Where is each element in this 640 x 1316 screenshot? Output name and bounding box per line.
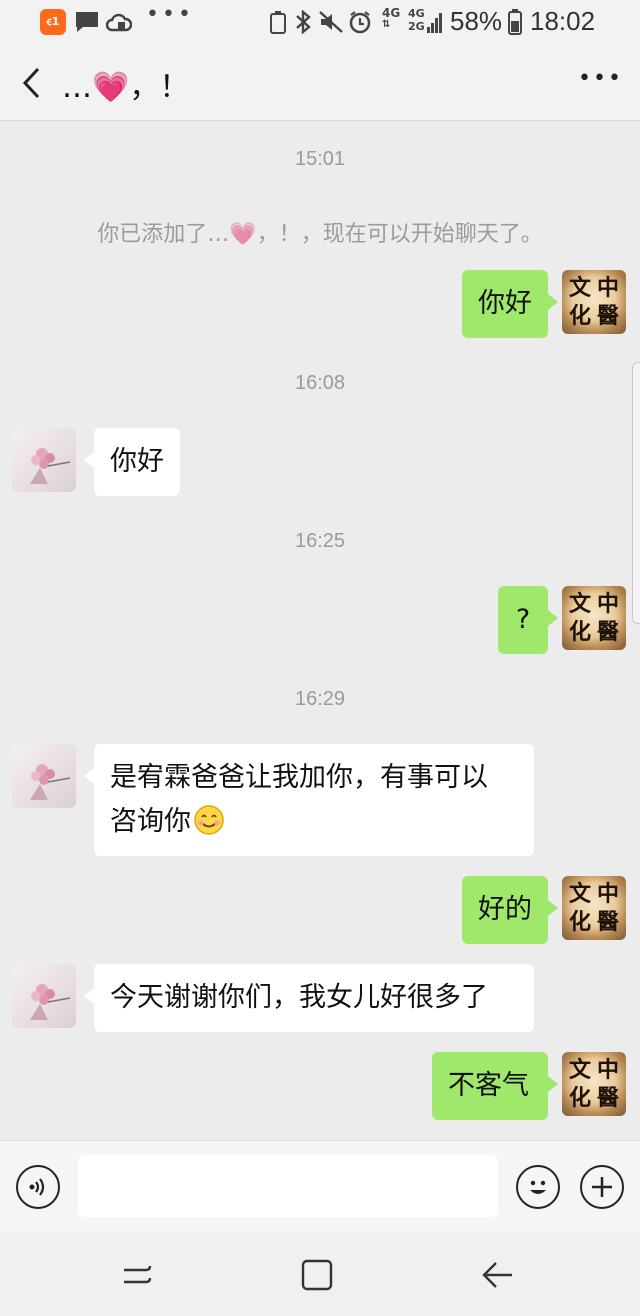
message-line: 咨询你 <box>110 800 518 844</box>
emoji-button[interactable] <box>516 1165 560 1209</box>
contact-message-bubble[interactable]: 你好 <box>84 428 180 496</box>
avatar-char: 化 <box>568 619 591 645</box>
battery-percent: 58% <box>450 6 503 36</box>
avatar-char: 醫 <box>596 303 619 329</box>
recent-apps-icon[interactable] <box>120 1260 154 1290</box>
my-message-bubble[interactable]: ? <box>498 586 558 654</box>
contact-avatar[interactable] <box>12 744 76 808</box>
message-icon <box>76 12 98 32</box>
my-avatar[interactable]: 文 中 化 醫 <box>562 270 626 334</box>
home-icon[interactable] <box>300 1258 334 1292</box>
heart-emoji: 💗 <box>229 222 257 247</box>
avatar-char: 文 <box>568 1057 591 1083</box>
chat-title: …💗，！ <box>62 62 189 106</box>
avatar-char: 醫 <box>596 909 619 935</box>
avatar-char: 醫 <box>596 1085 619 1111</box>
chat-header: …💗，！ ••• <box>0 44 640 121</box>
chat-title-suffix: ，！ <box>129 70 190 105</box>
avatar-calligraphy: 文 中 化 醫 <box>566 274 622 330</box>
app-notification-icon: ꞓ1 <box>40 9 66 35</box>
contact-avatar[interactable] <box>12 428 76 492</box>
my-message-bubble[interactable]: 不客气 <box>432 1052 558 1120</box>
avatar-char: 化 <box>568 909 591 935</box>
avatar-calligraphy: 文 中 化 醫 <box>566 590 622 646</box>
avatar-char: 中 <box>596 1057 619 1083</box>
avatar-char: 中 <box>596 881 619 907</box>
network-4g-label: 4G ⇅ <box>382 6 401 30</box>
message-input[interactable] <box>78 1155 498 1217</box>
contact-message-bubble[interactable]: 今天谢谢你们，我女儿好很多了 <box>84 964 534 1032</box>
message-text: 咨询你 <box>110 806 191 837</box>
timestamp: 16:29 <box>294 688 346 710</box>
system-message: 你已添加了…💗，！，现在可以开始聊天了。 <box>0 216 640 248</box>
flower-bouquet-icon <box>30 984 71 1020</box>
more-notifications-icon: ••• <box>146 2 194 27</box>
my-avatar[interactable]: 文 中 化 醫 <box>562 876 626 940</box>
avatar-char: 文 <box>568 591 591 617</box>
input-bar <box>0 1140 640 1233</box>
plus-icon <box>592 1177 612 1197</box>
cloud-app-icon <box>106 13 132 32</box>
signal-icon <box>427 13 442 33</box>
avatar-calligraphy: 文 中 化 醫 <box>566 880 622 936</box>
bluetooth-icon <box>296 10 311 34</box>
system-message-suffix: ，！，现在可以开始聊天了。 <box>256 222 543 247</box>
alarm-icon <box>349 11 371 34</box>
avatar-char: 文 <box>568 881 591 907</box>
emoji-icon <box>530 1180 546 1194</box>
timestamp: 16:08 <box>294 372 346 394</box>
my-avatar[interactable]: 文 中 化 醫 <box>562 1052 626 1116</box>
message-line: 是宥霖爸爸让我加你，有事可以 <box>110 762 488 793</box>
avatar-char: 化 <box>568 1085 591 1111</box>
smile-emoji-icon <box>194 805 224 835</box>
flower-bouquet-icon <box>30 448 71 484</box>
flower-bouquet-icon <box>30 764 71 800</box>
avatar-char: 化 <box>568 303 591 329</box>
avatar-char: 文 <box>568 275 591 301</box>
network-dual-label: 4G 2G <box>408 7 425 33</box>
avatar-calligraphy: 文 中 化 醫 <box>566 1056 622 1112</box>
back-chevron-icon[interactable] <box>20 66 42 100</box>
heart-emoji: 💗 <box>92 70 130 105</box>
add-attachment-button[interactable] <box>580 1165 624 1209</box>
more-options-icon[interactable]: ••• <box>578 66 623 91</box>
avatar-char: 中 <box>596 591 619 617</box>
recycle-icon <box>270 11 286 34</box>
avatar-char: 中 <box>596 275 619 301</box>
clock: 18:02 <box>530 6 596 36</box>
app-badge-text: ꞓ1 <box>46 15 60 28</box>
mute-vibrate-icon <box>319 11 343 33</box>
voice-icon <box>29 1178 45 1196</box>
my-message-bubble[interactable]: 你好 <box>462 270 558 338</box>
contact-message-bubble[interactable]: 是宥霖爸爸让我加你，有事可以 咨询你 <box>84 744 534 856</box>
scrollbar[interactable] <box>632 362 640 624</box>
status-bar: ꞓ1 ••• 4G ⇅ 4G 2G 58% 18:02 <box>0 0 640 44</box>
battery-icon <box>508 9 522 35</box>
back-icon[interactable] <box>480 1260 514 1290</box>
timestamp: 16:25 <box>294 530 346 552</box>
timestamp: 15:01 <box>294 148 346 170</box>
voice-toggle-button[interactable] <box>16 1165 60 1209</box>
system-nav-bar <box>0 1232 640 1316</box>
avatar-char: 醫 <box>596 619 619 645</box>
system-message-prefix: 你已添加了… <box>97 222 230 247</box>
my-avatar[interactable]: 文 中 化 醫 <box>562 586 626 650</box>
my-message-bubble[interactable]: 好的 <box>462 876 558 944</box>
chat-title-prefix: … <box>62 70 92 105</box>
contact-avatar[interactable] <box>12 964 76 1028</box>
